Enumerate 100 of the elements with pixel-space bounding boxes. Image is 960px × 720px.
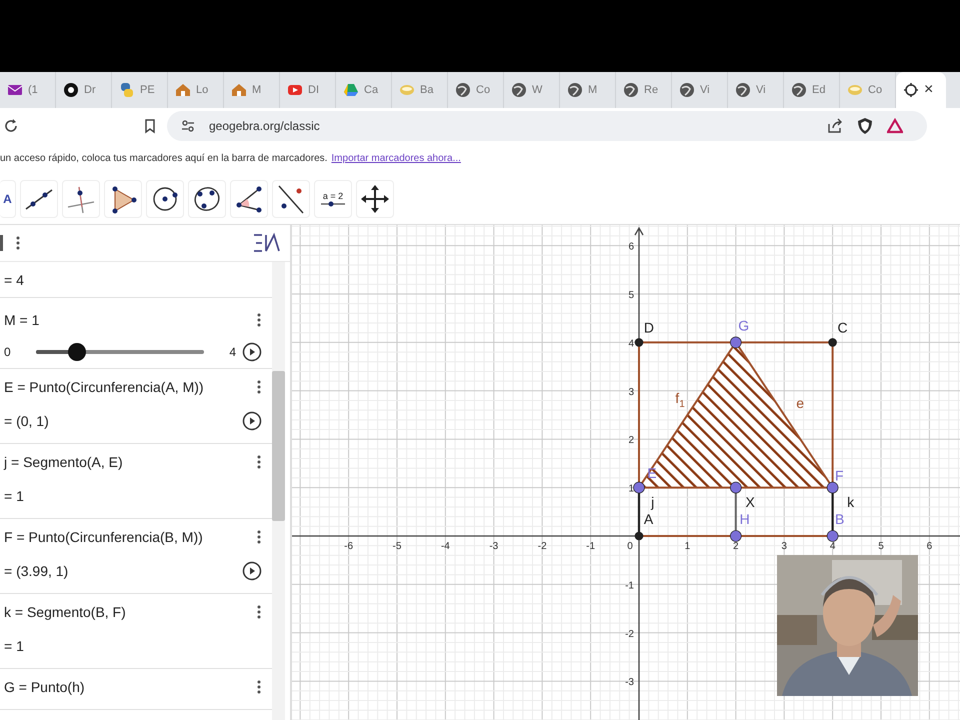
browser-tab[interactable]: (1 (0, 72, 56, 108)
point-marker[interactable] (634, 338, 644, 347)
move-tool-button[interactable] (356, 180, 394, 218)
axis-tick-label: -3 (489, 541, 498, 552)
scrollbar[interactable] (272, 262, 285, 720)
object-label: e (796, 396, 804, 410)
more-icon[interactable] (256, 379, 262, 395)
slider-min: 0 (4, 345, 11, 359)
axis-tick-label: 5 (628, 290, 634, 301)
object-label: j (651, 494, 654, 509)
address-field[interactable]: geogebra.org/classic (167, 111, 927, 141)
object-label: f$_{1}$ (675, 390, 685, 410)
play-icon[interactable] (242, 411, 262, 431)
axis-tick-label: 1 (684, 541, 690, 552)
reload-icon[interactable] (3, 118, 19, 134)
more-icon[interactable] (15, 235, 21, 251)
point-marker[interactable] (634, 532, 644, 540)
more-icon[interactable] (256, 679, 262, 695)
algebra-definition[interactable]: F = Punto(Circunferencia(B, M)) (4, 529, 203, 545)
bookmarks-message: un acceso rápido, coloca tus marcadores aquí en la barra de marcadores. (0, 152, 328, 164)
browser-tab[interactable]: PE (112, 72, 168, 108)
point-marker[interactable] (730, 530, 742, 542)
reflect-tool-button[interactable] (272, 180, 310, 218)
play-icon[interactable] (242, 561, 262, 581)
share-icon[interactable] (827, 118, 843, 134)
algebra-definition[interactable]: = 4 (4, 272, 24, 288)
conic-tool-button[interactable] (188, 180, 226, 218)
axis-tick-label: -6 (344, 541, 354, 552)
point-marker[interactable] (730, 482, 742, 494)
algebra-definition[interactable]: j = Segmento(A, E) (4, 454, 123, 470)
algebra-value: = (3.99, 1) (4, 563, 68, 579)
more-icon[interactable] (256, 529, 262, 545)
perpendicular-tool-button[interactable] (62, 180, 100, 218)
browser-tab[interactable]: M (224, 72, 280, 108)
algebra-value: = (0, 1) (4, 413, 49, 429)
algebra-definition[interactable]: k = Segmento(B, F) (4, 604, 126, 620)
browser-tab[interactable]: Ba (392, 72, 448, 108)
point-label: F (835, 467, 844, 484)
algebra-value: = 1 (4, 638, 24, 654)
point-marker[interactable] (826, 530, 838, 542)
axis-tick-label: -3 (625, 677, 634, 688)
angle-tool-button[interactable] (230, 180, 268, 218)
browser-tab[interactable]: DI (280, 72, 336, 108)
axis-tick-label: -4 (440, 541, 450, 552)
point-label: H (740, 510, 750, 527)
axis-tick-label: 3 (628, 386, 634, 398)
axis-tick-label: 2 (628, 435, 634, 446)
slider-tool-button[interactable]: a = 2 (314, 180, 352, 218)
globe-icon (623, 82, 639, 98)
more-icon[interactable] (256, 312, 262, 328)
object-label: k (847, 494, 854, 509)
snake-icon (119, 82, 135, 98)
browser-tab[interactable]: Ed (784, 72, 840, 108)
axis-tick-label: 6 (628, 242, 634, 253)
globe-icon (679, 82, 695, 98)
play-icon[interactable] (242, 342, 262, 362)
algebra-definition[interactable]: E = Punto(Circunferencia(A, M)) (4, 379, 204, 395)
browser-tab[interactable]: Re (616, 72, 672, 108)
browser-tab[interactable]: M (560, 72, 616, 108)
input-mode-icon[interactable] (252, 232, 282, 254)
polygon-tool-button[interactable] (104, 180, 142, 218)
browser-tab[interactable]: Ca (336, 72, 392, 108)
browser-tab[interactable]: Dr (56, 72, 112, 108)
globe-icon (791, 82, 807, 98)
triangle-icon[interactable] (887, 118, 903, 134)
bookmark-icon[interactable] (143, 118, 157, 134)
browser-tab[interactable]: Vi (672, 72, 728, 108)
line-tool-button[interactable] (20, 180, 58, 218)
tune-icon[interactable] (181, 119, 195, 133)
algebra-definition[interactable]: M = 1 (4, 312, 40, 328)
circle-tool-button[interactable] (146, 180, 184, 218)
shield-icon[interactable] (857, 117, 873, 135)
algebra-definition[interactable]: G = Punto(h) (4, 679, 85, 695)
text-tool-button[interactable]: A (0, 180, 16, 218)
axis-tick-label: -2 (538, 541, 547, 552)
browser-tab[interactable]: Vi (728, 72, 784, 108)
globe-icon (567, 82, 583, 98)
axis-tick-label: -1 (586, 541, 596, 552)
gear-icon (903, 82, 919, 98)
browser-tab[interactable]: W (504, 72, 560, 108)
point-label: A (644, 510, 654, 527)
point-marker[interactable] (828, 338, 837, 347)
point-label: G (738, 317, 750, 334)
browser-tab[interactable]: Co (448, 72, 504, 108)
browser-tab[interactable]: × (896, 72, 946, 108)
globe-icon (735, 82, 751, 98)
more-icon[interactable] (256, 454, 262, 470)
browser-tab[interactable]: Lo (168, 72, 224, 108)
import-bookmarks-link[interactable]: Importar marcadores ahora... (331, 152, 461, 164)
slider-thumb[interactable] (68, 343, 86, 361)
point-marker[interactable] (730, 336, 742, 348)
globe-icon (455, 82, 471, 98)
scrollbar-thumb[interactable] (272, 371, 285, 521)
bowl-icon (399, 82, 415, 98)
axis-tick-label: 4 (628, 338, 634, 350)
triangle-icon (343, 82, 359, 98)
point-marker[interactable] (826, 482, 838, 494)
more-icon[interactable] (256, 604, 262, 620)
object-label: X (745, 494, 755, 509)
point-marker[interactable] (633, 482, 645, 494)
